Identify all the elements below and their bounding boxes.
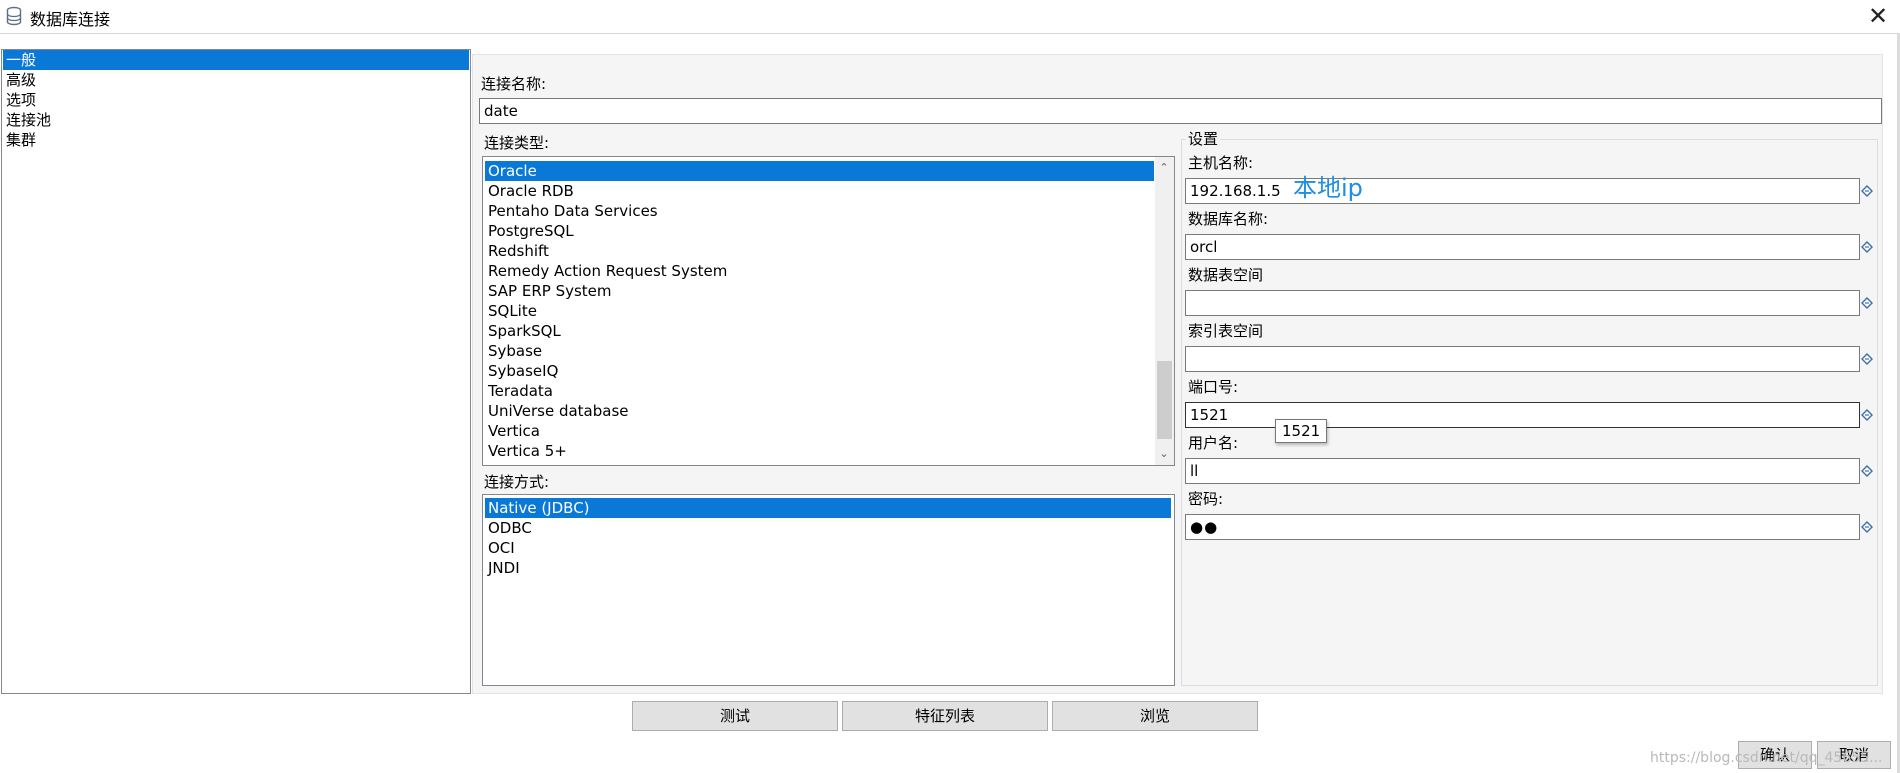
variable-diamond-icon[interactable]	[1861, 297, 1873, 309]
connection-name-label: 连接名称:	[481, 75, 547, 93]
scroll-up-icon[interactable]: ⌃	[1155, 159, 1173, 177]
variable-diamond-icon[interactable]	[1861, 465, 1873, 477]
list-item[interactable]: PostgreSQL	[485, 221, 574, 241]
list-item[interactable]: Pentaho Data Services	[485, 201, 658, 221]
list-item[interactable]: Remedy Action Request System	[485, 261, 727, 281]
nav-item-pooling[interactable]: 连接池	[3, 110, 469, 130]
nav-item-advanced[interactable]: 高级	[3, 70, 469, 90]
data-tablespace-label: 数据表空间	[1188, 266, 1264, 284]
list-item[interactable]: SybaseIQ	[485, 361, 558, 381]
list-item[interactable]: Redshift	[485, 241, 549, 261]
variable-diamond-icon[interactable]	[1861, 353, 1873, 365]
list-item[interactable]: SQLite	[485, 301, 537, 321]
local-ip-annotation: 本地ip	[1293, 174, 1363, 202]
nav-item-options[interactable]: 选项	[3, 90, 469, 110]
scroll-down-icon[interactable]: ⌄	[1155, 445, 1173, 463]
password-label: 密码:	[1188, 490, 1224, 508]
title-bar	[0, 0, 1900, 34]
close-icon[interactable]: ✕	[1863, 1, 1893, 31]
index-tablespace-input[interactable]	[1185, 346, 1860, 372]
list-item[interactable]: Oracle	[485, 161, 1154, 181]
scroll-thumb[interactable]	[1157, 361, 1172, 439]
connection-type-label: 连接类型:	[484, 134, 550, 152]
feature-list-button[interactable]: 特征列表	[842, 701, 1048, 731]
hostname-input[interactable]: 192.168.1.5	[1185, 178, 1860, 204]
nav-item-clustering[interactable]: 集群	[3, 130, 469, 150]
nav-item-general[interactable]: 一般	[3, 50, 469, 70]
list-item[interactable]: SAP ERP System	[485, 281, 612, 301]
window-title: 数据库连接	[30, 10, 111, 29]
settings-group-title: 设置	[1186, 129, 1221, 149]
list-item[interactable]: ODBC	[485, 518, 532, 538]
list-item[interactable]: Native (JDBC)	[485, 498, 1171, 518]
variable-diamond-icon[interactable]	[1861, 521, 1873, 533]
index-tablespace-label: 索引表空间	[1188, 322, 1264, 340]
list-item[interactable]: Vertica 5+	[485, 441, 567, 461]
sidebar-nav: 一般 高级 选项 连接池 集群	[1, 49, 471, 694]
database-name-input[interactable]: orcl	[1185, 234, 1860, 260]
explore-button[interactable]: 浏览	[1052, 701, 1258, 731]
access-method-label: 连接方式:	[484, 473, 550, 491]
list-item[interactable]: UniVerse database	[485, 401, 629, 421]
variable-diamond-icon[interactable]	[1861, 241, 1873, 253]
access-method-list[interactable]: Native (JDBC) ODBC OCI JNDI	[482, 494, 1175, 686]
variable-diamond-icon[interactable]	[1861, 185, 1873, 197]
connection-type-list[interactable]: Oracle Oracle RDB Pentaho Data Services …	[482, 156, 1175, 466]
username-input[interactable]: ll	[1185, 458, 1860, 484]
port-label: 端口号:	[1188, 378, 1239, 396]
list-item[interactable]: OCI	[485, 538, 515, 558]
vertical-scrollbar[interactable]: ⌃ ⌄	[1155, 157, 1174, 465]
database-name-label: 数据库名称:	[1188, 210, 1269, 228]
hostname-label: 主机名称:	[1188, 154, 1254, 172]
port-tooltip: 1521	[1275, 419, 1328, 443]
list-item[interactable]: SparkSQL	[485, 321, 561, 341]
password-input[interactable]: ●●	[1185, 514, 1860, 540]
test-button[interactable]: 测试	[632, 701, 838, 731]
database-icon	[6, 6, 22, 26]
list-item[interactable]: JNDI	[485, 558, 520, 578]
list-item[interactable]: Oracle RDB	[485, 181, 574, 201]
username-label: 用户名:	[1188, 434, 1239, 452]
list-item[interactable]: Teradata	[485, 381, 553, 401]
connection-name-input[interactable]: date	[479, 98, 1882, 124]
watermark: https://blog.csdn.net/qq_45655...	[1650, 750, 1883, 766]
variable-diamond-icon[interactable]	[1861, 409, 1873, 421]
data-tablespace-input[interactable]	[1185, 290, 1860, 316]
list-item[interactable]: Vertica	[485, 421, 540, 441]
list-item[interactable]: Sybase	[485, 341, 542, 361]
